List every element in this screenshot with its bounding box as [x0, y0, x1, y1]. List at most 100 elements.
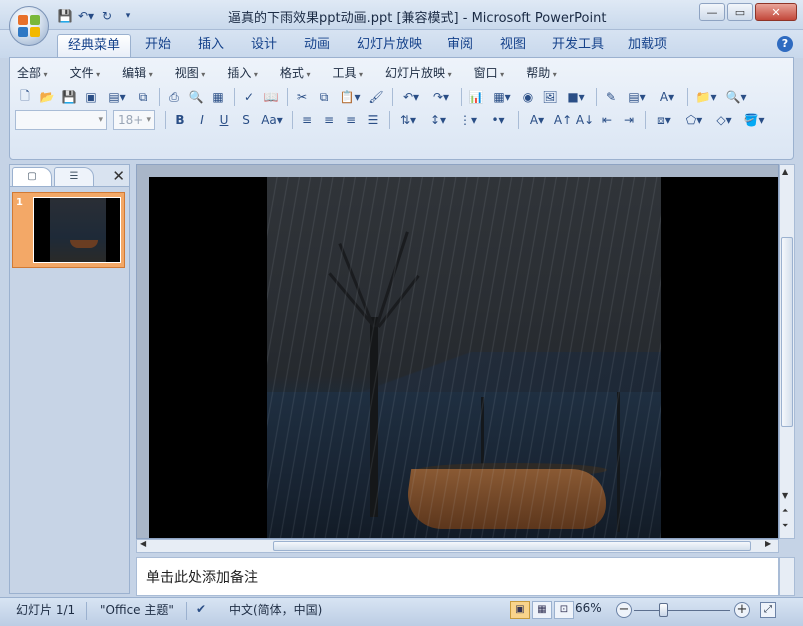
slides-tab[interactable]: ▢	[12, 167, 52, 186]
publish-icon[interactable]: ⧉	[133, 87, 153, 107]
grow-font-icon[interactable]: A↑	[553, 110, 573, 130]
menu-format[interactable]: 格式	[280, 64, 311, 82]
justify-icon[interactable]: ☰	[363, 110, 383, 130]
menu-edit[interactable]: 编辑	[122, 64, 153, 82]
redo-icon[interactable]: ↻	[98, 7, 116, 25]
zoom-in-icon[interactable]: +	[734, 602, 750, 618]
notes-placeholder[interactable]: 单击此处添加备注	[146, 567, 258, 587]
layout-icon[interactable]: ▤▾	[623, 87, 651, 107]
rainy-lake-picture[interactable]	[267, 177, 661, 538]
zoom-slider-thumb[interactable]	[659, 603, 668, 617]
new-slide-icon[interactable]: ▤▾	[103, 87, 131, 107]
font-name-combo[interactable]	[15, 110, 107, 130]
horizontal-scrollbar[interactable]: ◀ ▶	[136, 539, 779, 553]
strikethrough-icon[interactable]: S	[236, 110, 256, 130]
table-icon[interactable]: ▦▾	[488, 87, 516, 107]
quick-styles-icon[interactable]: ◇▾	[710, 110, 738, 130]
slideshow-button[interactable]: ⊡	[554, 601, 574, 619]
tab-developer[interactable]: 开发工具	[542, 34, 614, 58]
zoom-level[interactable]: 66%	[575, 601, 602, 615]
tab-home[interactable]: 开始	[135, 34, 181, 58]
clipart-icon[interactable]: ◉	[518, 87, 538, 107]
open-icon[interactable]: 📂	[37, 87, 57, 107]
print-icon[interactable]: ⎙	[164, 87, 184, 107]
fill-icon[interactable]: 🪣▾	[740, 110, 768, 130]
undo-icon[interactable]: ↶▾	[77, 7, 95, 25]
tab-addins[interactable]: 加载项	[618, 34, 677, 58]
save-icon[interactable]: 💾	[56, 7, 74, 25]
paste-icon[interactable]: 📋▾	[336, 87, 364, 107]
new-icon[interactable]: 🗋	[15, 87, 35, 107]
close-pane-icon[interactable]: ✕	[112, 167, 125, 185]
bold-icon[interactable]: B	[170, 110, 190, 130]
notes-pane[interactable]: 单击此处添加备注	[136, 557, 779, 596]
change-case-icon[interactable]: Aa▾	[258, 110, 286, 130]
spelling-icon[interactable]: ✓	[239, 87, 259, 107]
scroll-down-icon[interactable]: ▼	[782, 491, 788, 500]
menu-all[interactable]: 全部	[17, 64, 48, 82]
numbering-icon[interactable]: ⋮▾	[454, 110, 482, 130]
decrease-indent-icon[interactable]: ⇤	[597, 110, 617, 130]
outline-tab[interactable]: ☰	[54, 167, 94, 186]
italic-icon[interactable]: I	[192, 110, 212, 130]
underline-icon[interactable]: U	[214, 110, 234, 130]
align-right-icon[interactable]: ≡	[341, 110, 361, 130]
slide-thumbnail[interactable]	[33, 197, 121, 263]
tab-animation[interactable]: 动画	[294, 34, 340, 58]
cut-icon[interactable]: ✂	[292, 87, 312, 107]
menu-view[interactable]: 视图	[175, 64, 206, 82]
menu-slideshow[interactable]: 幻灯片放映	[385, 64, 452, 82]
arrange-icon[interactable]: ⧈▾	[650, 110, 678, 130]
next-slide-icon[interactable]: ⏷	[782, 521, 788, 531]
tab-slideshow[interactable]: 幻灯片放映	[347, 34, 432, 58]
find-icon[interactable]: 🔍▾	[722, 87, 750, 107]
slide-sorter-button[interactable]: ▦	[532, 601, 552, 619]
font-size-combo[interactable]: 18+	[113, 110, 155, 130]
scroll-left-icon[interactable]: ◀	[140, 539, 146, 548]
grid-icon[interactable]: ▦	[208, 87, 228, 107]
help-icon[interactable]: ?	[777, 36, 793, 52]
maximize-button[interactable]: ▭	[727, 3, 753, 21]
menu-file[interactable]: 文件	[70, 64, 101, 82]
menu-window[interactable]: 窗口	[474, 64, 505, 82]
save-icon[interactable]: 💾	[59, 87, 79, 107]
textbox-icon[interactable]: A▾	[653, 87, 681, 107]
language[interactable]: 中文(简体，中国)	[229, 601, 322, 618]
shapes-icon[interactable]: ⬠▾	[680, 110, 708, 130]
picture-icon[interactable]: 🖼	[540, 87, 560, 107]
zoom-out-icon[interactable]: −	[616, 602, 632, 618]
normal-view-button[interactable]: ▣	[510, 601, 530, 619]
tab-insert[interactable]: 插入	[188, 34, 234, 58]
minimize-button[interactable]: —	[699, 3, 725, 21]
copy-icon[interactable]: ⧉	[314, 87, 334, 107]
customize-qat-icon[interactable]: ▾	[119, 7, 137, 25]
align-left-icon[interactable]: ≡	[297, 110, 317, 130]
spell-check-icon[interactable]: ✔	[196, 602, 212, 618]
tab-view[interactable]: 视图	[490, 34, 536, 58]
notes-scrollbar[interactable]	[779, 557, 795, 596]
bullets-icon[interactable]: •▾	[484, 110, 512, 130]
menu-tools[interactable]: 工具	[332, 64, 363, 82]
fit-to-window-icon[interactable]: ⤢	[760, 602, 776, 618]
slide-canvas[interactable]	[149, 177, 778, 538]
redo-icon[interactable]: ↷▾	[427, 87, 455, 107]
scroll-up-icon[interactable]: ▲	[782, 167, 788, 176]
scroll-right-icon[interactable]: ▶	[765, 539, 771, 548]
horizontal-scroll-thumb[interactable]	[273, 541, 751, 551]
close-button[interactable]: ✕	[755, 3, 797, 21]
new-comment-icon[interactable]: ✎	[601, 87, 621, 107]
color-icon[interactable]: ■▾	[562, 87, 590, 107]
theme-name[interactable]: "Office 主题"	[100, 601, 174, 618]
office-button[interactable]	[9, 6, 49, 46]
tab-design[interactable]: 设计	[241, 34, 287, 58]
font-color-icon[interactable]: A▾	[523, 110, 551, 130]
format-painter-icon[interactable]: 🖌	[366, 87, 386, 107]
print-preview-icon[interactable]: 🔍	[186, 87, 206, 107]
vertical-scrollbar[interactable]: ▲ ▼ ⏶ ⏷	[779, 164, 795, 539]
undo-icon[interactable]: ↶▾	[397, 87, 425, 107]
tab-review[interactable]: 审阅	[437, 34, 483, 58]
menu-insert[interactable]: 插入	[227, 64, 258, 82]
align-center-icon[interactable]: ≡	[319, 110, 339, 130]
zoom-slider-track[interactable]	[634, 610, 730, 611]
menu-help[interactable]: 帮助	[526, 64, 557, 82]
